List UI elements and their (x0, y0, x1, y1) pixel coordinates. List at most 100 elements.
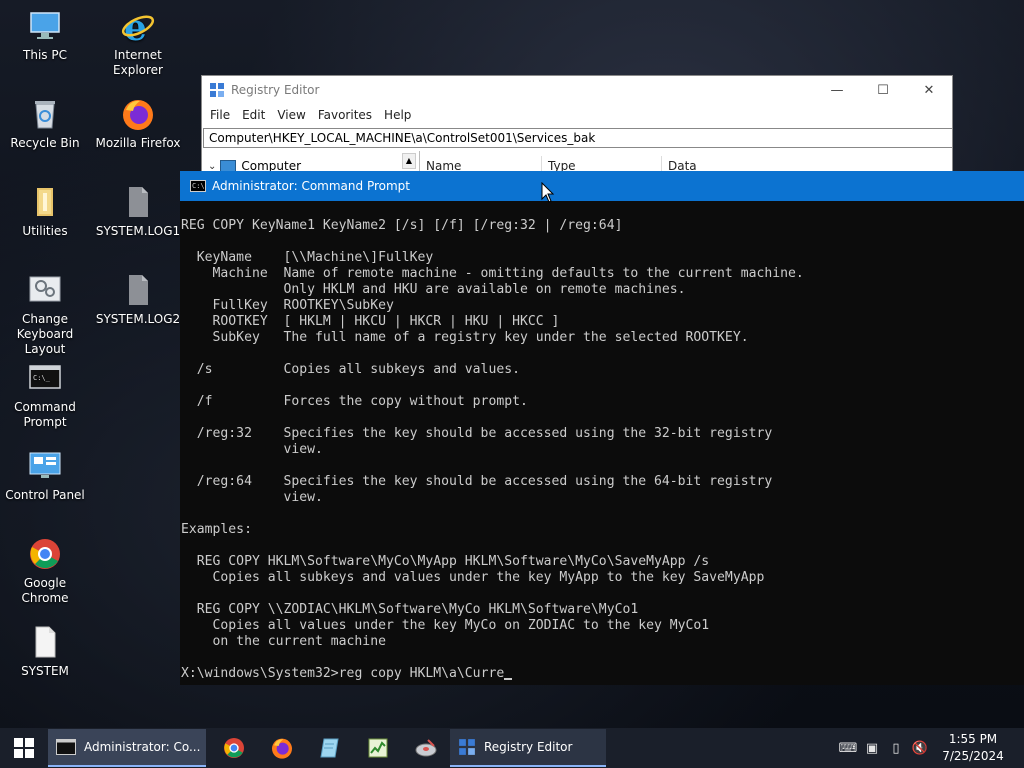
desktop-icon-recycle-bin[interactable]: Recycle Bin (0, 96, 90, 151)
taskbar-item-label: Registry Editor (484, 740, 573, 754)
file-icon (27, 624, 63, 660)
desktop-icon-system[interactable]: SYSTEM (0, 624, 90, 679)
registry-editor-icon (210, 83, 224, 97)
desktop-icon-label: SYSTEM.LOG2 (95, 312, 181, 326)
desktop-icon-mozilla-firefox[interactable]: Mozilla Firefox (93, 96, 183, 151)
usb-device-icon[interactable]: ▯ (884, 728, 908, 768)
menu-view[interactable]: View (271, 108, 311, 122)
console-line: SubKey The full name of a registry key u… (212, 330, 749, 345)
taskbar-pin-task-manager[interactable] (354, 728, 402, 768)
desktop-icon-label: Google Chrome (21, 576, 69, 605)
window-title: Registry Editor (231, 83, 320, 97)
desktop-icon-command-prompt[interactable]: C:\_ Command Prompt (0, 360, 90, 430)
desktop-icon-control-panel[interactable]: Control Panel (0, 448, 90, 503)
taskbar-item-registry-editor[interactable]: Registry Editor (450, 729, 606, 767)
taskbar-pin-disk-tool[interactable] (402, 728, 450, 768)
console-line: FullKey ROOTKEY\SubKey (212, 298, 394, 313)
console-line: Machine Name of remote machine - omittin… (212, 266, 804, 281)
display-icon[interactable]: ▣ (860, 728, 884, 768)
keyboard-settings-icon (27, 272, 63, 308)
console-line: Copies all values under the key MyCo on … (212, 618, 710, 633)
desktop: This PC e Internet Explorer Recycle Bin … (0, 0, 1024, 728)
minimize-button[interactable]: — (814, 76, 860, 104)
keyboard-layout-icon[interactable]: ⌨ (836, 728, 860, 768)
disk-tool-icon (415, 739, 437, 757)
task-manager-icon (368, 738, 388, 758)
windows-logo-icon (14, 738, 34, 758)
desktop-icon-label: Utilities (22, 224, 68, 238)
svg-text:C:\_: C:\_ (33, 374, 51, 382)
address-bar[interactable]: Computer\HKEY_LOCAL_MACHINE\a\ControlSet… (203, 128, 953, 148)
desktop-icon-system-log2[interactable]: SYSTEM.LOG2 (93, 272, 183, 327)
desktop-icon-google-chrome[interactable]: Google Chrome (0, 536, 90, 606)
desktop-icon-this-pc[interactable]: This PC (0, 8, 90, 63)
desktop-icon-label: Mozilla Firefox (95, 136, 181, 150)
console-line: ROOTKEY [ HKLM | HKCU | HKCR | HKU | HKC… (212, 314, 560, 329)
console-line: REG COPY HKLM\Software\MyCo\MyApp HKLM\S… (196, 554, 710, 569)
desktop-icon-system-log1[interactable]: SYSTEM.LOG1 (93, 184, 183, 239)
desktop-icon-label: SYSTEM (21, 664, 69, 678)
menu-edit[interactable]: Edit (236, 108, 271, 122)
firefox-icon (272, 738, 292, 759)
chevron-down-icon[interactable]: ⌄ (208, 161, 216, 172)
speaker-muted-icon[interactable]: 🔇 (908, 728, 932, 768)
taskbar: Administrator: Co... Registry Editor ⌨ ▣… (0, 728, 1024, 768)
chrome-icon (27, 536, 63, 572)
console-line: REG COPY \\ZODIAC\HKLM\Software\MyCo HKL… (196, 602, 639, 617)
menu-help[interactable]: Help (378, 108, 417, 122)
system-tray: ⌨ ▣ ▯ 🔇 1:55 PM 7/25/2024 (836, 728, 1024, 768)
folder-icon (27, 184, 63, 220)
text-cursor (504, 678, 513, 680)
file-icon (120, 184, 156, 220)
console-line: on the current machine (212, 634, 386, 649)
mouse-pointer-icon (541, 182, 555, 203)
console-line: view. (283, 442, 323, 457)
console-line: view. (283, 490, 323, 505)
menu-bar: File Edit View Favorites Help (202, 104, 952, 126)
console-line: Only HKLM and HKU are available on remot… (283, 282, 686, 297)
console-prompt: X:\windows\System32> (181, 666, 339, 681)
this-pc-icon (27, 8, 63, 44)
desktop-icon-internet-explorer[interactable]: e Internet Explorer (93, 7, 183, 78)
registry-editor-titlebar[interactable]: Registry Editor — ☐ ✕ (202, 76, 952, 104)
console-line: /f Forces the copy without prompt. (196, 394, 528, 409)
taskbar-pin-notepad[interactable] (306, 728, 354, 768)
desktop-icon-utilities[interactable]: Utilities (0, 184, 90, 239)
clock[interactable]: 1:55 PM 7/25/2024 (938, 731, 1008, 765)
command-prompt-icon: C:\_ (27, 360, 63, 396)
desktop-icon-label: SYSTEM.LOG1 (95, 224, 181, 238)
command-prompt-icon (56, 739, 76, 755)
console-line: Examples: (181, 522, 252, 537)
taskbar-item-command-prompt[interactable]: Administrator: Co... (48, 729, 206, 767)
taskbar-pin-chrome[interactable] (210, 728, 258, 768)
firefox-icon (120, 96, 156, 132)
menu-file[interactable]: File (204, 108, 236, 122)
taskbar-pin-firefox[interactable] (258, 728, 306, 768)
desktop-icon-label: Internet Explorer (113, 48, 163, 77)
console-line: KeyName [\\Machine\]FullKey (196, 250, 434, 265)
console-line: /s Copies all subkeys and values. (196, 362, 520, 377)
taskbar-item-label: Administrator: Co... (84, 740, 201, 754)
command-prompt-icon: C:\ (190, 180, 206, 192)
desktop-icon-change-keyboard-layout[interactable]: Change Keyboard Layout (0, 272, 90, 357)
file-icon (120, 272, 156, 308)
recycle-bin-icon (27, 96, 63, 132)
chrome-icon (224, 738, 244, 758)
close-button[interactable]: ✕ (906, 76, 952, 104)
start-button[interactable] (0, 728, 48, 768)
console-line: /reg:32 Specifies the key should be acce… (196, 426, 773, 441)
maximize-button[interactable]: ☐ (860, 76, 906, 104)
scroll-up-button[interactable]: ▲ (402, 153, 416, 169)
menu-favorites[interactable]: Favorites (312, 108, 378, 122)
console-input[interactable]: reg copy HKLM\a\Curre (339, 666, 505, 681)
window-title: Administrator: Command Prompt (212, 179, 410, 193)
command-prompt-titlebar[interactable]: C:\ Administrator: Command Prompt (180, 171, 1024, 201)
console-line: /reg:64 Specifies the key should be acce… (196, 474, 773, 489)
control-panel-icon (27, 448, 63, 484)
console-output[interactable]: REG COPY KeyName1 KeyName2 [/s] [/f] [/r… (180, 201, 1024, 682)
clock-time: 1:55 PM (948, 732, 998, 746)
desktop-icon-label: Command Prompt (14, 400, 76, 429)
registry-editor-window[interactable]: Registry Editor — ☐ ✕ File Edit View Fav… (201, 75, 953, 185)
desktop-icon-label: This PC (23, 48, 67, 62)
command-prompt-window[interactable]: C:\ Administrator: Command Prompt REG CO… (180, 171, 1024, 685)
